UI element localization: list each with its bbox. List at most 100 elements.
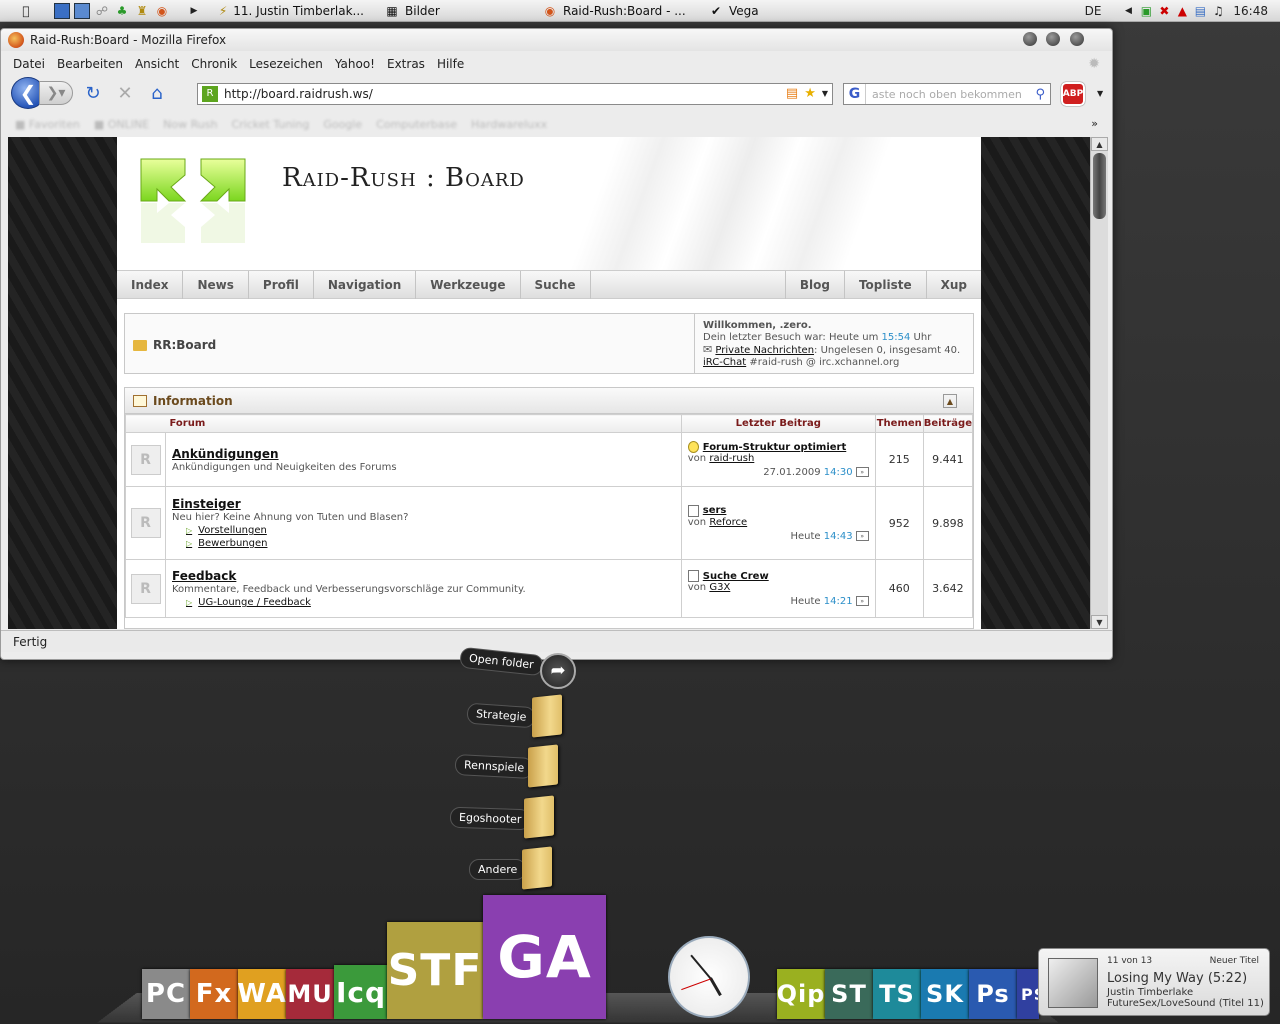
dock-ps-icon[interactable]: Ps bbox=[969, 969, 1017, 1019]
rss-icon[interactable]: ▤ bbox=[786, 86, 798, 102]
bookmark-item[interactable]: Computerbase bbox=[376, 118, 457, 131]
bookmark-item[interactable]: Cricket Tuning bbox=[231, 118, 309, 131]
menu-bearbeiten[interactable]: Bearbeiten bbox=[57, 57, 123, 71]
chevron-right-icon[interactable]: ▶ bbox=[186, 3, 202, 19]
bookmarks-overflow-icon[interactable]: » bbox=[1091, 117, 1098, 130]
nav-werkzeuge[interactable]: Werkzeuge bbox=[416, 271, 521, 299]
menu-yahoo[interactable]: Yahoo! bbox=[335, 57, 375, 71]
nav-navigation[interactable]: Navigation bbox=[314, 271, 417, 299]
dock-st-icon[interactable]: ST bbox=[825, 969, 873, 1019]
goto-last-post-icon[interactable]: » bbox=[855, 530, 869, 541]
volume-icon[interactable]: ♫ bbox=[1210, 3, 1226, 19]
last-post-author[interactable]: G3X bbox=[709, 582, 730, 593]
subforum-link[interactable]: ▷ Vorstellungen bbox=[186, 525, 681, 536]
dock-winamp-icon[interactable]: WA bbox=[237, 969, 286, 1019]
menu-extras[interactable]: Extras bbox=[387, 57, 425, 71]
subforum-link[interactable]: ▷ UG-Lounge / Feedback bbox=[186, 597, 681, 608]
music-notification[interactable]: 11 von 13 Neuer Titel Losing My Way (5:2… bbox=[1038, 948, 1270, 1016]
menu-lesezeichen[interactable]: Lesezeichen bbox=[249, 57, 323, 71]
bookmark-item[interactable]: ■ ONLINE bbox=[94, 118, 149, 131]
nav-suche[interactable]: Suche bbox=[521, 271, 591, 299]
nav-index[interactable]: Index bbox=[117, 271, 184, 299]
home-icon[interactable]: ⌂ bbox=[145, 81, 169, 105]
forward-button[interactable]: ❯▾ bbox=[39, 81, 73, 105]
raid-rush-logo-icon[interactable] bbox=[131, 149, 255, 253]
firefox-icon[interactable]: ◉ bbox=[154, 3, 170, 19]
abp-menu-chevron-icon[interactable]: ▼ bbox=[1097, 89, 1103, 98]
dock-stf-icon[interactable]: STF bbox=[387, 922, 483, 1019]
close-button[interactable] bbox=[1070, 32, 1084, 46]
magnifier-icon[interactable]: ⚲ bbox=[1035, 87, 1045, 102]
last-post-title[interactable]: sers bbox=[687, 504, 869, 517]
folder-icon[interactable] bbox=[528, 744, 558, 788]
minimize-button[interactable] bbox=[1023, 32, 1037, 46]
irc-chat-link[interactable]: iRC-Chat bbox=[703, 357, 746, 368]
google-icon[interactable]: G bbox=[844, 84, 866, 104]
maximize-button[interactable] bbox=[1046, 32, 1060, 46]
last-post-title[interactable]: Forum-Struktur optimiert bbox=[687, 441, 869, 453]
bookmark-star-icon[interactable]: ★ bbox=[804, 86, 816, 102]
clock-widget-icon[interactable] bbox=[668, 936, 750, 1018]
scrollbar-thumb[interactable] bbox=[1093, 153, 1106, 219]
breadcrumb[interactable]: RR:Board bbox=[133, 338, 216, 352]
nav-xup[interactable]: Xup bbox=[925, 271, 981, 299]
dock-firefox-icon[interactable]: Fx bbox=[190, 969, 238, 1019]
desktop-icon[interactable] bbox=[54, 2, 70, 19]
nav-blog[interactable]: Blog bbox=[784, 271, 844, 299]
bookmark-item[interactable]: ■ Favoriten bbox=[15, 118, 80, 131]
stack-folder-label[interactable]: Rennspiele bbox=[454, 753, 534, 780]
stack-folder-label[interactable]: Andere bbox=[469, 859, 527, 880]
winamp-icon[interactable]: ♜ bbox=[134, 3, 150, 19]
monitor-icon[interactable]: ▤ bbox=[1192, 3, 1208, 19]
menu-hilfe[interactable]: Hilfe bbox=[437, 57, 464, 71]
bookmark-item[interactable]: Now Rush bbox=[163, 118, 217, 131]
clover-icon[interactable]: ♣ bbox=[114, 3, 130, 19]
folder-icon[interactable] bbox=[532, 694, 562, 738]
search-input[interactable]: aste noch oben bekommen bbox=[866, 88, 1035, 101]
last-post-title[interactable]: Suche Crew bbox=[687, 570, 869, 582]
task-firefox[interactable]: ◉ Raid-Rush:Board - ... bbox=[534, 1, 694, 21]
dock-ts-icon[interactable]: TS bbox=[873, 969, 921, 1019]
arrow-left-icon[interactable]: ◀ bbox=[1120, 3, 1136, 19]
menu-datei[interactable]: Datei bbox=[13, 57, 45, 71]
vertical-scrollbar[interactable]: ▲ ▼ bbox=[1090, 137, 1108, 629]
private-messages-link[interactable]: Private Nachrichten bbox=[715, 345, 814, 356]
goto-last-post-icon[interactable]: » bbox=[855, 467, 869, 477]
collapse-icon[interactable]: ▲ bbox=[943, 394, 957, 408]
dock-pc-icon[interactable]: PC bbox=[142, 969, 190, 1019]
antivirus-icon[interactable]: ✖ bbox=[1156, 3, 1172, 19]
dock-mu-icon[interactable]: MU bbox=[286, 969, 334, 1019]
nav-news[interactable]: News bbox=[183, 271, 249, 299]
dock-sk-icon[interactable]: SK bbox=[921, 969, 969, 1019]
reload-icon[interactable]: ↻ bbox=[81, 81, 105, 105]
nav-topliste[interactable]: Topliste bbox=[843, 271, 926, 299]
task-bilder[interactable]: ▦ Bilder bbox=[376, 1, 528, 21]
open-folder-arrow-icon[interactable]: ➦ bbox=[540, 653, 576, 689]
dock-ps2-icon[interactable]: PS bbox=[1017, 969, 1039, 1019]
scroll-up-icon[interactable]: ▲ bbox=[1091, 137, 1108, 151]
folder-icon[interactable] bbox=[524, 795, 554, 839]
dock-icq-icon[interactable]: Icq bbox=[334, 965, 388, 1019]
bookmark-item[interactable]: Hardwareluxx bbox=[471, 118, 547, 131]
forum-link[interactable]: Feedback bbox=[172, 569, 681, 583]
nav-profil[interactable]: Profil bbox=[249, 271, 314, 299]
language-indicator[interactable]: DE bbox=[1085, 4, 1102, 18]
stop-icon[interactable]: ✕ bbox=[113, 81, 137, 105]
search-box[interactable]: G aste noch oben bekommen ⚲ bbox=[843, 83, 1051, 105]
apple-icon[interactable]:  bbox=[18, 3, 34, 19]
explorer-icon[interactable] bbox=[74, 2, 90, 19]
adblock-button[interactable]: ABP bbox=[1061, 82, 1085, 106]
dock-ga-icon[interactable]: GA bbox=[483, 895, 606, 1019]
dock-qip-icon[interactable]: Qip bbox=[777, 969, 825, 1019]
subforum-link[interactable]: ▷ Bewerbungen bbox=[186, 538, 681, 549]
folder-icon[interactable] bbox=[522, 846, 552, 890]
goto-last-post-icon[interactable]: » bbox=[855, 596, 869, 606]
shield-icon[interactable]: ☍ bbox=[94, 3, 110, 19]
scroll-down-icon[interactable]: ▼ bbox=[1091, 615, 1108, 629]
forum-link[interactable]: Einsteiger bbox=[172, 497, 681, 511]
stack-folder-label[interactable]: Egoshooter bbox=[449, 806, 531, 831]
url-bar[interactable]: R http://board.raidrush.ws/ ▤ ★ ▼ bbox=[197, 83, 833, 105]
network-icon[interactable]: ▣ bbox=[1138, 3, 1154, 19]
task-vega[interactable]: ✔ Vega bbox=[700, 1, 850, 21]
last-post-author[interactable]: Reforce bbox=[709, 517, 747, 528]
